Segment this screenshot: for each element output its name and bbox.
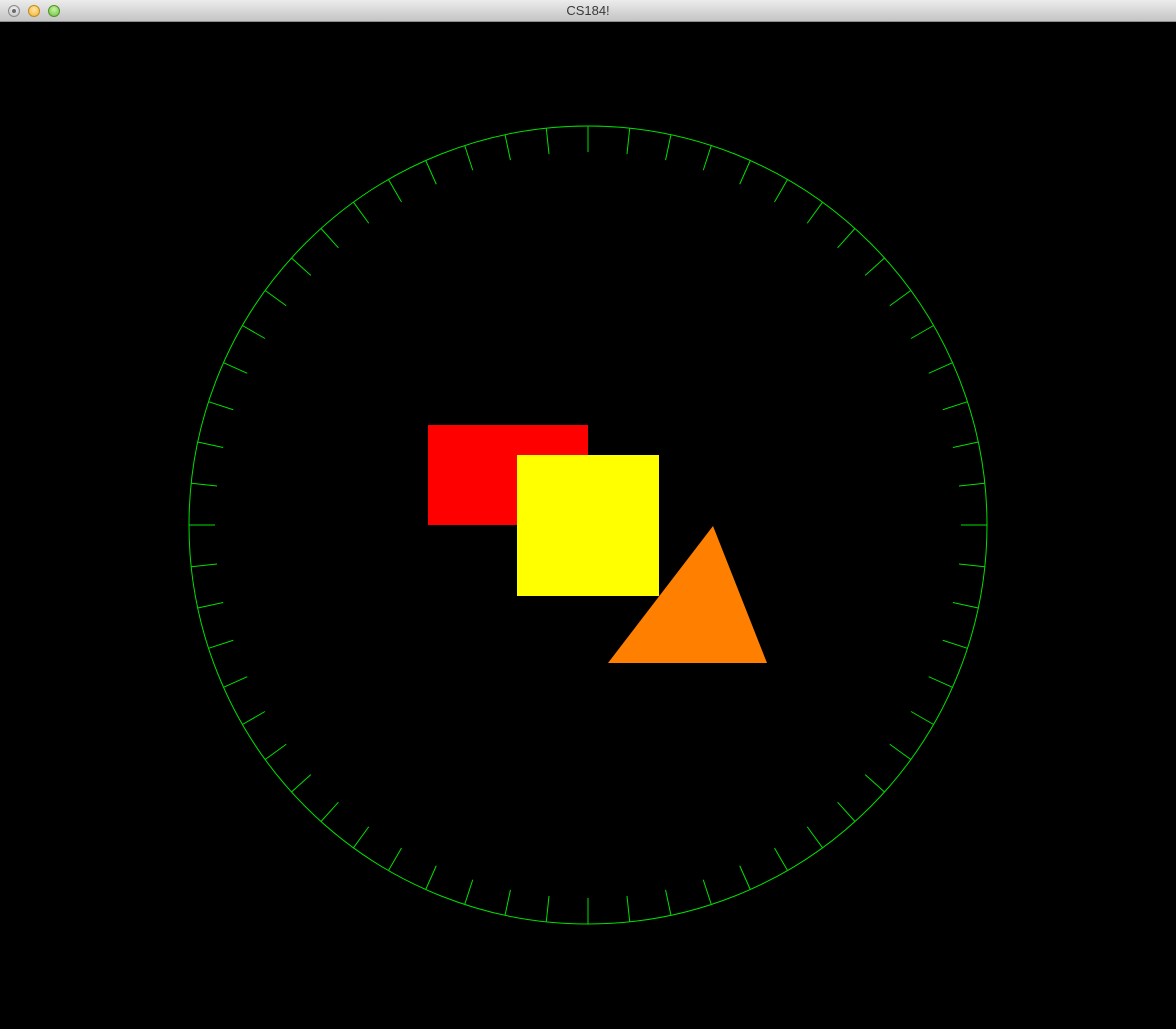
dial-tick [223, 676, 248, 688]
dial-tick [889, 290, 912, 307]
yellow-square [517, 455, 659, 596]
dial-tick [864, 774, 885, 793]
dial-tick [264, 743, 287, 760]
window-title: CS184! [566, 3, 610, 18]
dial-tick [928, 362, 953, 374]
dial-tick [952, 441, 979, 448]
dial-tick [504, 889, 511, 916]
dial-tick [208, 401, 234, 411]
dial-tick [545, 895, 550, 922]
dial-tick [864, 257, 885, 276]
dial-tick [388, 179, 402, 203]
dial-tick [320, 801, 339, 822]
dial-tick [739, 865, 751, 890]
dial-tick [208, 639, 234, 649]
dial-tick [626, 128, 631, 155]
dial-tick [889, 743, 912, 760]
dial-tick [910, 325, 934, 339]
render-canvas[interactable] [0, 22, 1176, 1029]
dial-tick [191, 563, 218, 568]
dial-tick [774, 847, 788, 871]
dial-tick [702, 145, 712, 171]
dial-tick [837, 801, 856, 822]
dial-tick [197, 441, 224, 448]
title-bar[interactable]: CS184! [0, 0, 1176, 22]
dial-tick [353, 201, 370, 224]
dial-tick [291, 257, 312, 276]
dial-tick [665, 134, 672, 161]
dial-tick [291, 774, 312, 793]
dial-tick [545, 128, 550, 155]
dial-tick [425, 160, 437, 185]
dial-tick [702, 879, 712, 905]
dial-tick [223, 362, 248, 374]
dial-tick [837, 228, 856, 249]
dial-tick [425, 865, 437, 890]
dial-tick [958, 563, 985, 568]
dial-tick [197, 602, 224, 609]
app-window: CS184! [0, 0, 1176, 1029]
dial-tick [504, 134, 511, 161]
dial-tick [388, 847, 402, 871]
dial-tick [806, 826, 823, 849]
dial-tick [942, 639, 968, 649]
dial-tick [464, 879, 474, 905]
dial-tick [665, 889, 672, 916]
dial-tick [353, 826, 370, 849]
dial-tick [626, 895, 631, 922]
dial-tick [806, 201, 823, 224]
dial-tick [952, 602, 979, 609]
dial-tick [910, 711, 934, 725]
dial-tick [739, 160, 751, 185]
dial-tick [942, 401, 968, 411]
dial-tick [774, 179, 788, 203]
dial-tick [242, 711, 266, 725]
dial-tick [264, 290, 287, 307]
scene-svg [188, 125, 988, 925]
dial-tick [464, 145, 474, 171]
dial-tick [320, 228, 339, 249]
dial-tick [191, 482, 218, 487]
dial-tick [928, 676, 953, 688]
dial-tick [958, 482, 985, 487]
dial-tick [242, 325, 266, 339]
